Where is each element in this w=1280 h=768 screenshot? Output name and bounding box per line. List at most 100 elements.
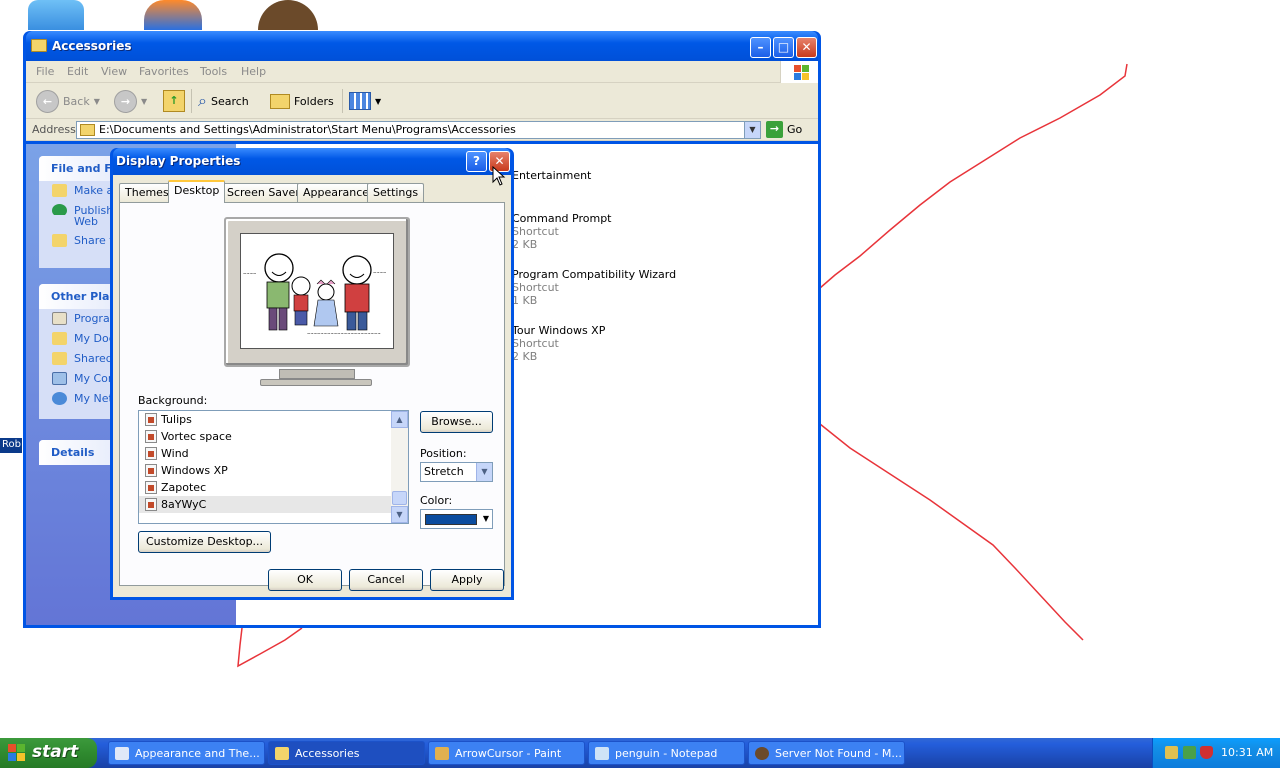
taskbar-button-notepad[interactable]: penguin - Notepad [588,741,745,765]
file-item[interactable]: Command Prompt Shortcut 2 KB [512,212,612,251]
address-input[interactable]: E:\Documents and Settings\Administrator\… [76,121,761,139]
desktop-side-label: Rob [0,438,22,453]
address-bar: Address E:\Documents and Settings\Admini… [26,119,818,141]
control-panel-icon [115,747,129,760]
background-listbox[interactable]: Tulips Vortec space Wind Windows XP Zapo… [138,410,409,524]
tray-network-icon[interactable] [1165,746,1178,759]
explorer-titlebar[interactable]: Accessories – □ ✕ [26,31,818,61]
folders-icon [270,93,290,109]
views-button[interactable]: ▼ [349,89,381,113]
file-item[interactable]: Tour Windows XP Shortcut 2 KB [512,324,605,363]
toolbar-separator [342,89,343,113]
file-item[interactable]: Program Compatibility Wizard Shortcut 1 … [512,268,676,307]
folders-label: Folders [294,94,334,108]
background-label: Background: [138,394,208,407]
dropdown-icon: ▼ [93,96,100,106]
scroll-thumb[interactable] [392,491,407,505]
taskbar-button-browser[interactable]: Server Not Found - M... [748,741,905,765]
notepad-icon [595,747,609,760]
menu-bar: File Edit View Favorites Tools Help [26,61,818,83]
cancel-button[interactable]: Cancel [349,569,423,591]
go-label: Go [787,123,803,136]
file-name: Tour Windows XP [512,324,606,337]
browse-button[interactable]: Browse... [420,411,493,433]
dropdown-icon: ▼ [375,96,382,106]
ok-button[interactable]: OK [268,569,342,591]
color-swatch [425,514,477,525]
tab-screen-saver[interactable]: Screen Saver [221,183,306,202]
forward-arrow-icon: → [114,89,137,113]
background-item[interactable]: Wind [139,445,408,462]
toolbar-separator [191,89,192,113]
close-button[interactable]: ✕ [796,37,817,58]
search-button[interactable]: ⌕ Search [198,89,249,113]
taskbar-button-accessories[interactable]: Accessories [268,741,425,765]
back-label: Back [63,94,90,108]
scroll-down-icon[interactable]: ▼ [391,506,408,523]
taskbar-button-appearance[interactable]: Appearance and The... [108,741,265,765]
windows-flag-icon [780,61,818,83]
up-button[interactable]: ↑ [163,89,185,113]
monitor-preview: ~~~~ ~~~~ ~~~~~~~~~~~~~~~~~~~~~~ [224,217,410,389]
taskbar-button-paint[interactable]: ArrowCursor - Paint [428,741,585,765]
paint-icon [435,747,449,760]
dialog-titlebar[interactable]: Display Properties ? ✕ [113,148,511,175]
tab-settings[interactable]: Settings [367,183,425,202]
scroll-up-icon[interactable]: ▲ [391,411,408,428]
mouse-cursor-icon [492,166,506,186]
position-value: Stretch [424,465,464,478]
background-item[interactable]: Vortec space [139,428,408,445]
bitmap-icon [145,447,157,460]
tab-themes[interactable]: Themes [119,183,175,202]
new-folder-icon [52,184,67,197]
clock[interactable]: 10:31 AM [1221,746,1273,759]
customize-desktop-button[interactable]: Customize Desktop... [138,531,271,553]
explorer-title: Accessories [52,39,132,53]
listbox-scrollbar[interactable]: ▲ ▼ [391,411,408,523]
display-properties-dialog[interactable]: Display Properties ? ✕ Themes Desktop Sc… [110,148,514,600]
file-item[interactable]: Entertainment [512,169,591,182]
menu-edit[interactable]: Edit [67,65,88,78]
menu-tools[interactable]: Tools [200,65,227,78]
svg-text:~~~~: ~~~~ [243,271,256,276]
folders-button[interactable]: Folders [270,89,334,113]
tray-security-shield-icon[interactable] [1200,746,1213,759]
background-item[interactable]: Windows XP [139,462,408,479]
tray-update-icon[interactable] [1183,746,1196,759]
menu-favorites[interactable]: Favorites [139,65,189,78]
tab-desktop[interactable]: Desktop [168,180,226,203]
desktop-icon-partial-1[interactable] [28,0,84,30]
back-arrow-icon: ← [36,89,59,113]
background-item[interactable]: Tulips [139,411,408,428]
taskbar: start Appearance and The... Accessories … [0,738,1280,768]
svg-text:~~~~: ~~~~ [373,270,386,275]
forward-button[interactable]: → ▼ [114,89,147,113]
red-line-left [237,627,303,668]
bitmap-icon [145,430,157,443]
menu-view[interactable]: View [101,65,127,78]
standard-toolbar: ← Back ▼ → ▼ ↑ ⌕ Search Folders ▼ [26,83,818,119]
help-button[interactable]: ? [466,151,487,172]
file-type: Shortcut [512,225,559,238]
red-line-lower [819,423,1084,641]
go-button[interactable]: → Go [766,121,802,138]
color-picker[interactable]: ▼ [420,509,493,529]
start-button[interactable]: start [0,738,97,768]
address-label: Address [32,123,76,136]
background-item-selected[interactable]: 8aYWyC [139,496,408,513]
position-select[interactable]: Stretch ▼ [420,462,493,482]
minimize-button[interactable]: – [750,37,771,58]
back-button[interactable]: ← Back ▼ [36,89,100,113]
maximize-button[interactable]: □ [773,37,794,58]
background-item[interactable]: Zapotec [139,479,408,496]
file-name: Command Prompt [512,212,612,225]
monitor-frame: ~~~~ ~~~~ ~~~~~~~~~~~~~~~~~~~~~~ [224,217,410,367]
apply-button[interactable]: Apply [430,569,504,591]
desktop-icon-partial-2[interactable] [144,0,202,30]
folder-up-icon: ↑ [163,90,185,112]
menu-help[interactable]: Help [241,65,266,78]
menu-file[interactable]: File [36,65,54,78]
tab-appearance[interactable]: Appearance [297,183,376,202]
address-dropdown-icon[interactable]: ▼ [744,122,760,138]
file-size: 1 KB [512,294,538,307]
